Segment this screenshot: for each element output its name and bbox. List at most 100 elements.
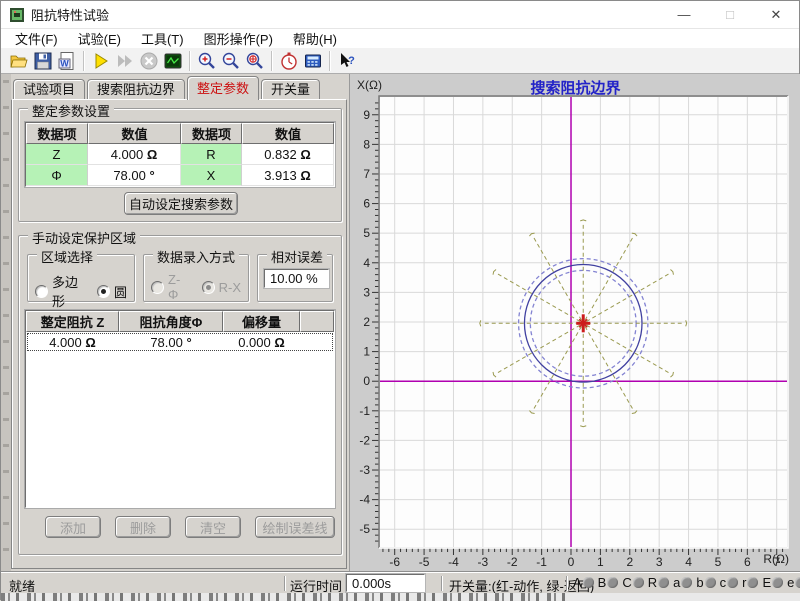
toolbar-separator [83, 51, 85, 71]
svg-text:-6: -6 [389, 555, 400, 569]
open-icon[interactable] [7, 50, 31, 72]
display-icon[interactable] [161, 50, 185, 72]
svg-text:-5: -5 [419, 555, 430, 569]
impedance-table-header-0: 整定阻抗 Z [26, 311, 119, 332]
menu-item-3[interactable]: 图形操作(P) [194, 29, 283, 48]
param-table-row-0: Z4.000 ΩR0.832 Ω [26, 144, 334, 165]
close-button[interactable]: ✕ [753, 1, 799, 28]
toolbar-separator [329, 51, 331, 71]
svg-text:?: ? [348, 55, 355, 67]
menu-item-4[interactable]: 帮助(H) [283, 29, 347, 48]
switch-dot-a [681, 577, 692, 588]
save-icon[interactable] [31, 50, 55, 72]
relative-error-title: 相对误差 [267, 247, 327, 266]
data-entry-label-0: Z-Φ [168, 272, 191, 302]
param-cell-0-1[interactable]: 4.000 Ω [88, 144, 181, 165]
app-icon [9, 7, 25, 23]
zone-select-option-0[interactable]: 多边形 [35, 272, 86, 310]
switch-indicator-a: a [673, 575, 692, 590]
impedance-cell-0-1[interactable]: 78.00 ° [119, 332, 223, 352]
param-cell-0-3[interactable]: 0.832 Ω [242, 144, 334, 165]
timer-icon[interactable] [277, 50, 301, 72]
delete-button[interactable]: 删除 [115, 516, 171, 538]
param-table-row-1: Φ78.00 °X3.913 Ω [26, 165, 334, 186]
switch-indicator-C: C [622, 575, 643, 590]
minimize-button[interactable]: — [661, 1, 707, 28]
switch-indicator-r: r [742, 575, 758, 590]
draw-error-line-button[interactable]: 绘制误差线 [255, 516, 335, 538]
svg-text:0: 0 [568, 555, 575, 569]
tab-1[interactable]: 搜索阻抗边界 [87, 79, 185, 100]
switch-dot-E [772, 577, 783, 588]
maximize-button[interactable]: □ [707, 1, 753, 28]
impedance-chart-panel[interactable]: -6-5-4-3-2-101234567-5-4-3-2-10123456789… [349, 74, 800, 572]
impedance-cell-0-0[interactable]: 4.000 Ω [26, 332, 119, 352]
svg-text:1: 1 [597, 555, 604, 569]
tab-2[interactable]: 整定参数 [187, 76, 259, 100]
status-bar: 就绪 运行时间 0.000s 开关量:(红-动作, 绿-返回) ABCRabcr… [1, 572, 800, 594]
manual-zone-group: 手动设定保护区域 区域选择 多边形圆 数据录入方式 Z-ΦR-X 相对误差 10… [18, 235, 342, 555]
svg-text:6: 6 [744, 555, 751, 569]
switch-dot-r [747, 577, 758, 588]
switch-indicator-E: E [762, 575, 783, 590]
switch-indicator-e: e [787, 575, 800, 590]
svg-text:5: 5 [715, 555, 722, 569]
tab-3[interactable]: 开关量 [261, 79, 320, 100]
chart-svg: -6-5-4-3-2-101234567-5-4-3-2-10123456789 [350, 74, 800, 572]
switch-dot-A [583, 577, 594, 588]
export-word-icon[interactable]: W [55, 50, 79, 72]
context-help-icon[interactable]: ? [335, 50, 359, 72]
svg-text:2: 2 [363, 315, 370, 329]
param-table-header-0: 数据项 [26, 123, 88, 144]
switch-dot-e [795, 577, 800, 588]
svg-text:8: 8 [363, 137, 370, 151]
svg-text:-3: -3 [478, 555, 489, 569]
stop-icon[interactable] [137, 50, 161, 72]
relative-error-input[interactable]: 10.00 % [264, 269, 329, 288]
impedance-table-row-0[interactable]: 4.000 Ω78.00 °0.000 Ω [26, 332, 334, 352]
zone-select-radio-0[interactable] [35, 285, 48, 298]
tab-0[interactable]: 试验项目 [13, 79, 85, 100]
zoom-reset-icon[interactable] [243, 50, 267, 72]
impedance-cell-0-3[interactable] [300, 332, 334, 352]
calculator-icon[interactable] [301, 50, 325, 72]
switch-indicator-B: B [598, 575, 619, 590]
svg-text:-1: -1 [536, 555, 547, 569]
zone-select-radio-1[interactable] [97, 285, 110, 298]
param-cell-1-3[interactable]: 3.913 Ω [242, 165, 334, 186]
svg-text:4: 4 [685, 555, 692, 569]
clear-button[interactable]: 清空 [185, 516, 241, 538]
data-entry-group: 数据录入方式 Z-ΦR-X [143, 254, 249, 302]
app-window: 阻抗特性试验 — □ ✕ 文件(F)试验(E)工具(T)图形操作(P)帮助(H)… [0, 0, 800, 600]
zone-select-option-1[interactable]: 圆 [97, 282, 127, 301]
auto-set-search-button[interactable]: 自动设定搜索参数 [124, 192, 238, 215]
svg-text:-3: -3 [359, 463, 370, 477]
data-entry-radios: Z-ΦR-X [151, 272, 248, 302]
menu-item-1[interactable]: 试验(E) [68, 29, 131, 48]
svg-text:0: 0 [363, 374, 370, 388]
menu-item-0[interactable]: 文件(F) [5, 29, 68, 48]
main-area: 试验项目搜索阻抗边界整定参数开关量 整定参数设置 数据项数值数据项数值Z4.00… [1, 74, 800, 572]
toolbar: W? [1, 48, 799, 74]
menu-item-2[interactable]: 工具(T) [131, 29, 194, 48]
chart-x-axis-label: R(Ω) [763, 552, 789, 566]
impedance-table: 整定阻抗 Z阻抗角度Φ偏移量4.000 Ω78.00 °0.000 Ω [25, 310, 335, 508]
zoom-out-icon[interactable] [219, 50, 243, 72]
svg-text:5: 5 [363, 226, 370, 240]
add-button[interactable]: 添加 [45, 516, 101, 538]
svg-text:3: 3 [656, 555, 663, 569]
setting-params-group: 整定参数设置 数据项数值数据项数值Z4.000 ΩR0.832 ΩΦ78.00 … [18, 108, 342, 222]
param-cell-1-1[interactable]: 78.00 ° [88, 165, 181, 186]
zoom-in-icon[interactable] [195, 50, 219, 72]
impedance-cell-0-2[interactable]: 0.000 Ω [223, 332, 300, 352]
param-cell-0-2: R [181, 144, 242, 165]
fast-forward-icon[interactable] [113, 50, 137, 72]
toolbar-separator [189, 51, 191, 71]
zone-select-title: 区域选择 [37, 247, 97, 266]
svg-text:3: 3 [363, 285, 370, 299]
switch-indicator-A: A [573, 575, 594, 590]
run-icon[interactable] [89, 50, 113, 72]
svg-text:7: 7 [363, 167, 370, 181]
switch-dot-C [633, 577, 644, 588]
svg-text:-2: -2 [359, 433, 370, 447]
